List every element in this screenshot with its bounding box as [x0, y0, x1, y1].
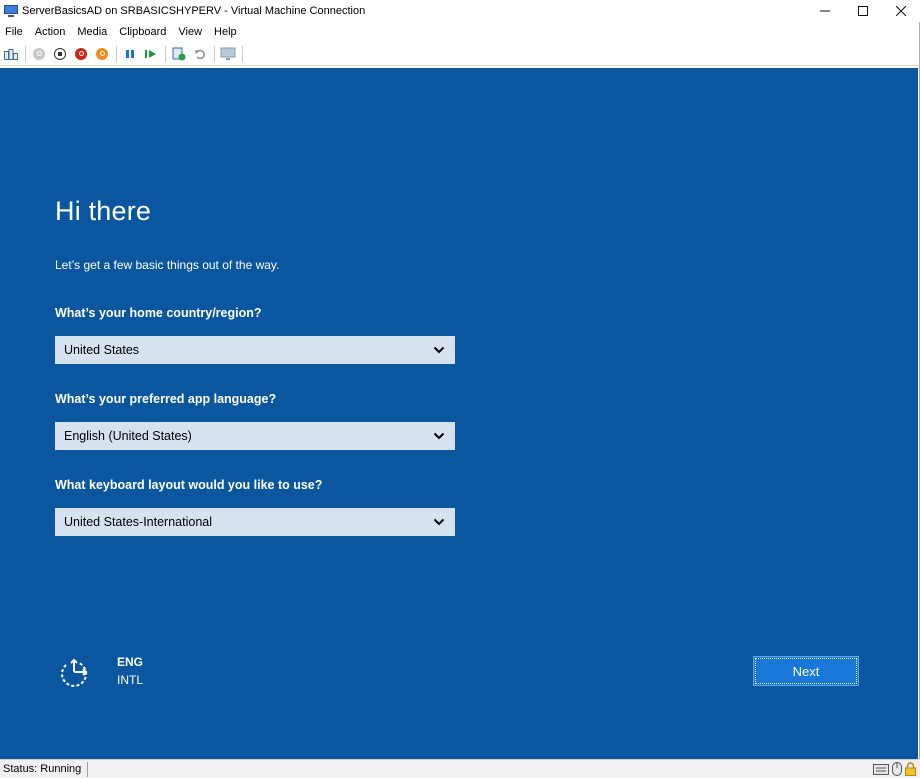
- turn-off-icon: [54, 47, 66, 60]
- minimize-icon: [820, 10, 830, 12]
- chevron-down-icon: [433, 518, 445, 526]
- revert-icon: [195, 49, 205, 59]
- toolbar: [0, 42, 920, 66]
- toolbar-separator: [165, 45, 166, 62]
- keyboard-icon: [873, 763, 889, 775]
- keyboard-select[interactable]: United States-International: [55, 508, 455, 536]
- mouse-icon: [892, 762, 902, 776]
- country-value: United States: [64, 343, 140, 357]
- menu-file[interactable]: File: [5, 26, 23, 38]
- pause-button[interactable]: [122, 46, 138, 62]
- chevron-down-icon: [433, 346, 445, 354]
- page-subtitle: Let’s get a few basic things out of the …: [55, 258, 280, 272]
- lock-icon: [905, 762, 916, 776]
- country-label: What’s your home country/region?: [55, 306, 262, 320]
- close-button[interactable]: [882, 0, 920, 22]
- enhanced-session-icon: [220, 47, 236, 60]
- menu-media[interactable]: Media: [77, 26, 107, 38]
- vm-connection-icon: [4, 4, 18, 18]
- pause-icon: [126, 49, 134, 58]
- keyboard-label: What keyboard layout would you like to u…: [55, 478, 323, 492]
- shut-down-button[interactable]: [73, 46, 89, 62]
- shut-down-icon: [75, 47, 87, 60]
- ctrl-alt-del-icon: [4, 48, 18, 60]
- page-title: Hi there: [55, 196, 152, 226]
- menu-view[interactable]: View: [178, 26, 202, 38]
- language-select[interactable]: English (United States): [55, 422, 455, 450]
- input-language-code[interactable]: ENG: [117, 655, 143, 669]
- language-value: English (United States): [64, 429, 192, 443]
- menu-help[interactable]: Help: [214, 26, 237, 38]
- enhanced-session-button[interactable]: [220, 46, 236, 62]
- save-icon: [96, 47, 108, 60]
- resume-button[interactable]: [143, 46, 159, 62]
- menu-bar: File Action Media Clipboard View Help: [0, 22, 920, 42]
- next-button[interactable]: Next: [753, 656, 859, 686]
- checkpoint-button[interactable]: [171, 46, 187, 62]
- checkpoint-icon: [172, 47, 186, 60]
- vm-display[interactable]: Hi there Let’s get a few basic things ou…: [0, 68, 918, 759]
- maximize-icon: [858, 6, 868, 16]
- status-text: Status: Running: [0, 761, 89, 777]
- start-icon: [33, 47, 45, 60]
- ctrl-alt-del-button[interactable]: [3, 46, 19, 62]
- resume-icon: [145, 49, 156, 58]
- menu-clipboard[interactable]: Clipboard: [119, 26, 166, 38]
- revert-button[interactable]: [192, 46, 208, 62]
- vm-connection-window: ServerBasicsAD on SRBASICSHYPERV - Virtu…: [0, 0, 920, 778]
- country-select[interactable]: United States: [55, 336, 455, 364]
- title-bar[interactable]: ServerBasicsAD on SRBASICSHYPERV - Virtu…: [0, 0, 920, 22]
- start-button[interactable]: [31, 46, 47, 62]
- toolbar-separator: [116, 45, 117, 62]
- toolbar-separator: [25, 45, 26, 62]
- ease-of-access-icon[interactable]: [60, 656, 92, 688]
- status-bar: Status: Running: [0, 759, 920, 778]
- menu-action[interactable]: Action: [35, 26, 66, 38]
- language-label: What’s your preferred app language?: [55, 392, 277, 406]
- maximize-button[interactable]: [844, 0, 882, 22]
- close-icon: [896, 6, 906, 16]
- minimize-button[interactable]: [806, 0, 844, 22]
- input-language-layout[interactable]: INTL: [117, 673, 143, 687]
- toolbar-separator: [214, 45, 215, 62]
- keyboard-value: United States-International: [64, 515, 213, 529]
- turn-off-button[interactable]: [52, 46, 68, 62]
- chevron-down-icon: [433, 432, 445, 440]
- toolbar-separator: [242, 45, 243, 62]
- save-button[interactable]: [94, 46, 110, 62]
- window-title: ServerBasicsAD on SRBASICSHYPERV - Virtu…: [22, 5, 366, 17]
